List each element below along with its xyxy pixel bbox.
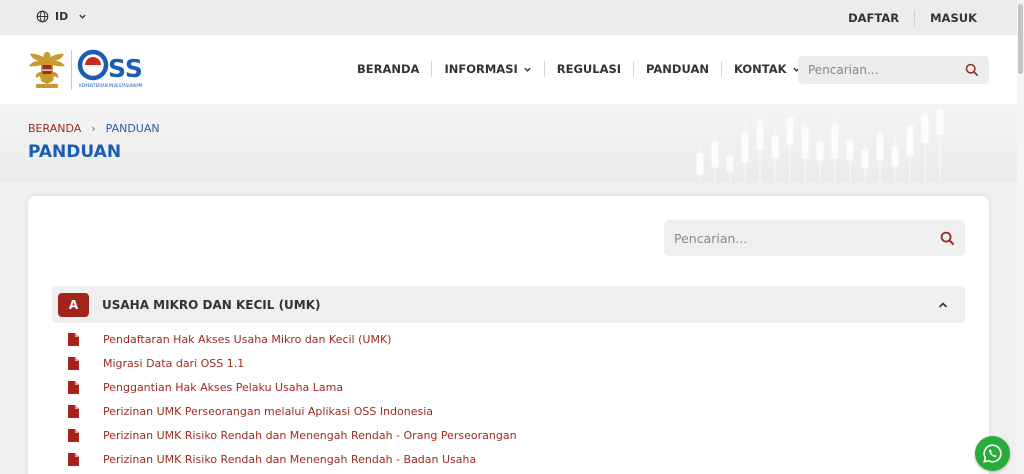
list-item: Penggantian Hak Akses Pelaku Usaha Lama (68, 375, 517, 399)
guide-search (664, 220, 965, 256)
pdf-file-icon (68, 452, 79, 466)
guide-card: A USAHA MIKRO DAN KECIL (UMK) Pendaftara… (28, 196, 989, 474)
section-badge: A (58, 292, 89, 317)
nav-regulasi-label: REGULASI (556, 62, 622, 76)
header-search-input[interactable] (808, 63, 965, 77)
list-item: Pendaftaran Hak Akses Usaha Mikro dan Ke… (68, 327, 517, 351)
nav-informasi-label: INFORMASI (444, 62, 518, 76)
language-selector[interactable]: ID (36, 10, 87, 23)
document-link[interactable]: Migrasi Data dari OSS 1.1 (103, 357, 244, 370)
whatsapp-icon (983, 444, 1002, 463)
logo-subtitle: KEMENTERIAN INVESTASI/BKPM (79, 83, 143, 88)
nav-beranda[interactable]: BERANDA (357, 62, 419, 76)
list-item: Perizinan UMK Risiko Rendah dan Menengah… (68, 447, 517, 471)
pdf-file-icon (68, 428, 79, 442)
main-nav: BERANDA INFORMASI REGULASI PANDUAN KONTA… (357, 61, 801, 77)
document-link[interactable]: Pendaftaran Hak Akses Usaha Mikro dan Ke… (103, 333, 391, 346)
language-label: ID (55, 10, 69, 23)
main-header: SS KEMENTERIAN INVESTASI/BKPM BERANDA IN… (0, 35, 1017, 104)
pdf-file-icon (68, 404, 79, 418)
chevron-up-icon[interactable] (937, 299, 949, 311)
candlestick-decoration-icon (696, 106, 944, 182)
page-title: PANDUAN (28, 142, 122, 162)
pdf-file-icon (68, 380, 79, 394)
document-link[interactable]: Perizinan UMK Perseorangan melalui Aplik… (103, 405, 433, 418)
breadcrumb-separator: › (91, 122, 96, 135)
nav-panduan[interactable]: PANDUAN (646, 62, 709, 76)
nav-kontak[interactable]: KONTAK (734, 62, 801, 76)
nav-informasi[interactable]: INFORMASI (444, 62, 531, 76)
pdf-file-icon (68, 332, 79, 346)
whatsapp-chat-button[interactable] (975, 436, 1010, 471)
guide-search-input[interactable] (674, 230, 940, 246)
register-link[interactable]: DAFTAR (848, 11, 899, 25)
accordion-header-umk[interactable]: A USAHA MIKRO DAN KECIL (UMK) (52, 286, 965, 323)
divider (914, 10, 916, 26)
globe-icon (36, 10, 49, 23)
list-item: Perizinan UMK Perseorangan melalui Aplik… (68, 399, 517, 423)
scrollbar-thumb[interactable] (1018, 4, 1023, 74)
document-link[interactable]: Penggantian Hak Akses Pelaku Usaha Lama (103, 381, 343, 394)
breadcrumb: BERANDA › PANDUAN (28, 122, 160, 135)
account-links: DAFTAR MASUK (848, 10, 977, 26)
breadcrumb-home[interactable]: BERANDA (28, 122, 81, 135)
nav-divider (431, 61, 433, 77)
page-scrollbar[interactable] (1017, 0, 1024, 474)
logo-divider (71, 50, 72, 90)
breadcrumb-current: PANDUAN (105, 122, 160, 135)
list-item: Perizinan UMK Risiko Rendah dan Menengah… (68, 423, 517, 447)
nav-panduan-label: PANDUAN (646, 62, 709, 76)
header-search (798, 56, 989, 84)
login-link[interactable]: MASUK (930, 11, 977, 25)
document-link[interactable]: Perizinan UMK Risiko Rendah dan Menengah… (103, 453, 476, 466)
nav-divider (633, 61, 635, 77)
nav-regulasi[interactable]: REGULASI (557, 62, 621, 76)
svg-text:SS: SS (108, 54, 143, 83)
garuda-emblem-icon[interactable] (27, 48, 67, 90)
list-item: Migrasi Data dari OSS 1.1 (68, 351, 517, 375)
nav-beranda-label: BERANDA (357, 62, 420, 76)
top-bar: ID DAFTAR MASUK (0, 0, 1017, 35)
nav-divider (720, 61, 722, 77)
oss-logo-icon: SS KEMENTERIAN INVESTASI/BKPM (77, 49, 143, 88)
document-list: Pendaftaran Hak Akses Usaha Mikro dan Ke… (68, 327, 517, 471)
search-icon[interactable] (940, 231, 955, 246)
nav-kontak-label: KONTAK (733, 62, 787, 76)
chevron-down-icon (79, 14, 86, 19)
nav-divider (543, 61, 545, 77)
page-banner: BERANDA › PANDUAN PANDUAN (0, 104, 1017, 182)
document-link[interactable]: Perizinan UMK Risiko Rendah dan Menengah… (103, 429, 517, 442)
oss-logo[interactable]: SS KEMENTERIAN INVESTASI/BKPM (76, 48, 162, 90)
search-icon[interactable] (965, 63, 979, 77)
pdf-file-icon (68, 356, 79, 370)
section-title: USAHA MIKRO DAN KECIL (UMK) (102, 297, 321, 312)
chevron-down-icon (524, 67, 531, 72)
